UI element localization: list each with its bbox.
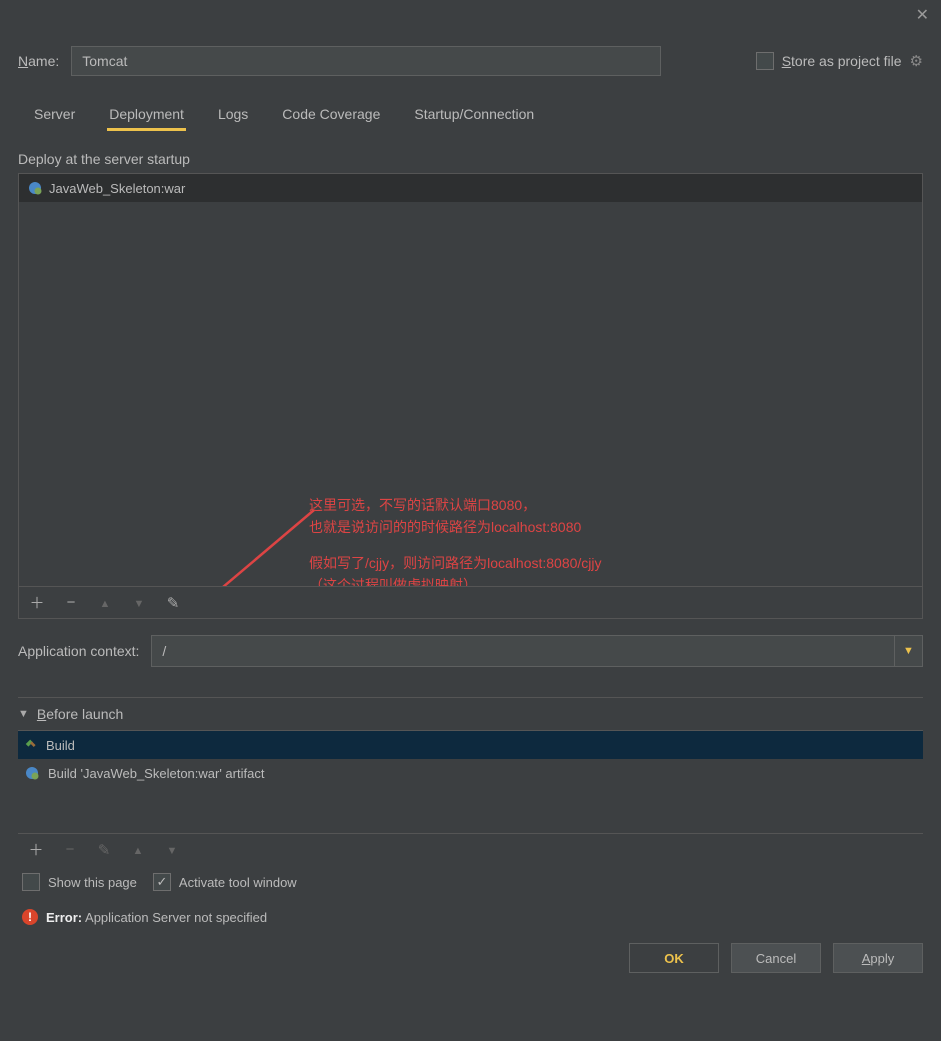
- dropdown-icon[interactable]: ▼: [894, 636, 922, 666]
- tab-server[interactable]: Server: [32, 100, 77, 131]
- bl-move-up-button[interactable]: [130, 841, 146, 858]
- edit-button[interactable]: [165, 594, 181, 612]
- disclosure-icon: ▼: [18, 708, 29, 720]
- error-icon: !: [22, 909, 38, 925]
- application-context-input[interactable]: [152, 643, 894, 659]
- name-label: Name:: [18, 53, 59, 69]
- bl-edit-button[interactable]: [96, 841, 112, 859]
- name-input[interactable]: [71, 46, 661, 76]
- show-this-page-checkbox[interactable]: [22, 873, 40, 891]
- artifact-icon: [27, 180, 43, 196]
- artifact-icon: [24, 765, 40, 781]
- error-row: ! Error: Application Server not specifie…: [18, 899, 923, 925]
- before-launch-header[interactable]: ▼ Before launch: [18, 698, 923, 730]
- apply-button[interactable]: Apply: [833, 943, 923, 973]
- cancel-button[interactable]: Cancel: [731, 943, 821, 973]
- add-button[interactable]: ＋: [29, 592, 45, 613]
- annotation-text: 这里可选，不写的话默认端口8080， 也就是说访问的的时候路径为localhos…: [309, 494, 602, 586]
- deploy-item[interactable]: JavaWeb_Skeleton:war: [19, 174, 922, 202]
- before-launch-item-label: Build: [46, 738, 75, 753]
- store-as-project-checkbox[interactable]: [756, 52, 774, 70]
- store-as-project-label: Store as project file: [782, 53, 902, 69]
- application-context-combo[interactable]: ▼: [151, 635, 923, 667]
- tab-code-coverage[interactable]: Code Coverage: [280, 100, 382, 131]
- move-down-button[interactable]: [131, 594, 147, 611]
- show-this-page-label: Show this page: [48, 875, 137, 890]
- error-message: Application Server not specified: [85, 910, 267, 925]
- before-launch-item-label: Build 'JavaWeb_Skeleton:war' artifact: [48, 766, 264, 781]
- activate-tool-window-label: Activate tool window: [179, 875, 297, 890]
- hammer-icon: [24, 737, 38, 754]
- deploy-list: JavaWeb_Skeleton:war 这里可选，不写的话默认端口8080， …: [18, 173, 923, 619]
- annotation-arrow: [159, 504, 329, 586]
- close-icon[interactable]: ✕: [916, 5, 929, 25]
- before-launch-item-build[interactable]: Build: [18, 731, 923, 759]
- bl-add-button[interactable]: ＋: [28, 839, 44, 860]
- bl-move-down-button[interactable]: [164, 841, 180, 858]
- error-prefix: Error:: [46, 910, 82, 925]
- application-context-label: Application context:: [18, 643, 139, 659]
- ok-button[interactable]: OK: [629, 943, 719, 973]
- tabs: Server Deployment Logs Code Coverage Sta…: [18, 100, 923, 131]
- gear-icon[interactable]: ⚙: [910, 52, 923, 70]
- deploy-section-label: Deploy at the server startup: [18, 151, 923, 167]
- move-up-button[interactable]: [97, 594, 113, 611]
- deploy-item-label: JavaWeb_Skeleton:war: [49, 181, 185, 196]
- tab-logs[interactable]: Logs: [216, 100, 250, 131]
- bl-remove-button[interactable]: −: [62, 841, 78, 858]
- tab-startup-connection[interactable]: Startup/Connection: [412, 100, 536, 131]
- before-launch-list: Build Build 'JavaWeb_Skeleton:war' artif…: [18, 730, 923, 865]
- tab-deployment[interactable]: Deployment: [107, 100, 186, 131]
- before-launch-item-artifact[interactable]: Build 'JavaWeb_Skeleton:war' artifact: [18, 759, 923, 787]
- remove-button[interactable]: −: [63, 594, 79, 611]
- activate-tool-window-checkbox[interactable]: [153, 873, 171, 891]
